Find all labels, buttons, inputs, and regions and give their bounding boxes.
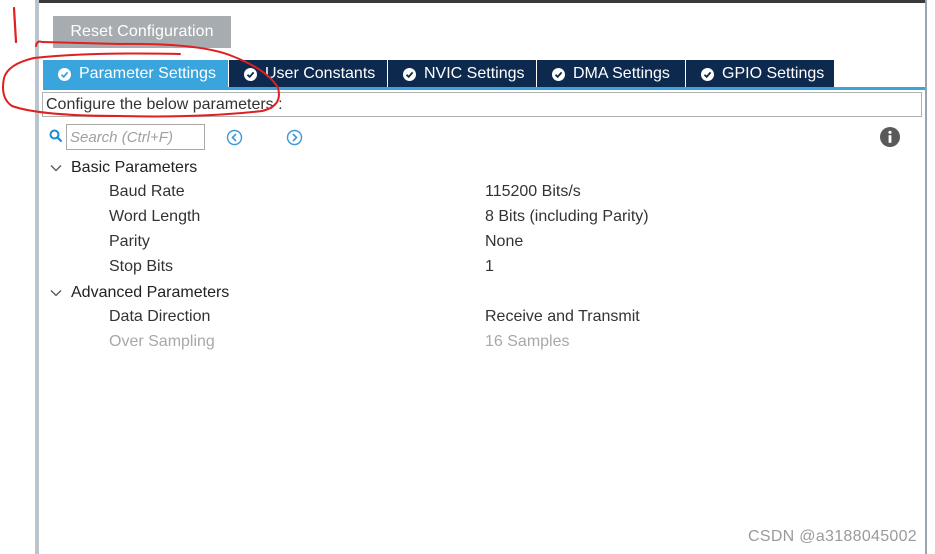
tab-dma-settings[interactable]: DMA Settings [537,60,686,88]
group-label: Advanced Parameters [71,283,230,301]
param-value-word-length[interactable]: 8 Bits (including Parity) [485,208,649,226]
check-circle-icon [701,67,714,81]
check-circle-icon [403,67,416,81]
tab-nvic-settings[interactable]: NVIC Settings [388,60,537,88]
settings-tab-bar: Parameter Settings User Constants NVIC S… [43,60,835,88]
tab-label: DMA Settings [573,65,670,82]
param-value-data-direction[interactable]: Receive and Transmit [485,308,640,326]
previous-result-icon[interactable] [226,129,243,151]
watermark: CSDN @a3188045002 [748,528,918,545]
param-value-stop-bits[interactable]: 1 [485,258,494,276]
reset-configuration-button[interactable]: Reset Configuration [53,16,231,48]
param-value-over-sampling: 16 Samples [485,333,570,350]
tab-user-constants[interactable]: User Constants [229,60,388,88]
next-result-icon[interactable] [286,129,303,151]
tab-label: NVIC Settings [424,65,525,82]
param-name-word-length: Word Length [109,208,201,225]
info-icon[interactable] [880,127,900,152]
check-circle-icon [58,67,71,81]
check-circle-icon [552,67,565,81]
window-right-border [925,0,927,554]
group-label: Basic Parameters [71,158,198,176]
tab-parameter-settings[interactable]: Parameter Settings [43,60,229,88]
param-name-data-direction: Data Direction [109,308,211,325]
chevron-down-icon [48,160,64,176]
parameters-description: Configure the below parameters : [42,92,922,117]
window-top-border [39,0,925,3]
param-name-parity: Parity [109,233,150,250]
param-value-baud-rate[interactable]: 115200 Bits/s [485,183,581,201]
group-advanced-parameters[interactable]: Advanced Parameters [48,280,229,305]
search-input[interactable] [66,124,205,150]
group-basic-parameters[interactable]: Basic Parameters [48,155,197,180]
tab-label: User Constants [265,65,376,82]
param-name-stop-bits: Stop Bits [109,258,174,275]
check-circle-icon [244,67,257,81]
tab-gpio-settings[interactable]: GPIO Settings [686,60,835,88]
search-icon [49,129,63,148]
param-name-over-sampling: Over Sampling [109,333,215,350]
tab-label: Parameter Settings [79,65,216,82]
tab-underline [43,87,925,90]
param-name-baud-rate: Baud Rate [109,183,185,200]
window-left-border [35,0,39,554]
tab-label: GPIO Settings [722,65,825,82]
chevron-down-icon [48,285,64,301]
param-value-parity[interactable]: None [485,233,523,251]
